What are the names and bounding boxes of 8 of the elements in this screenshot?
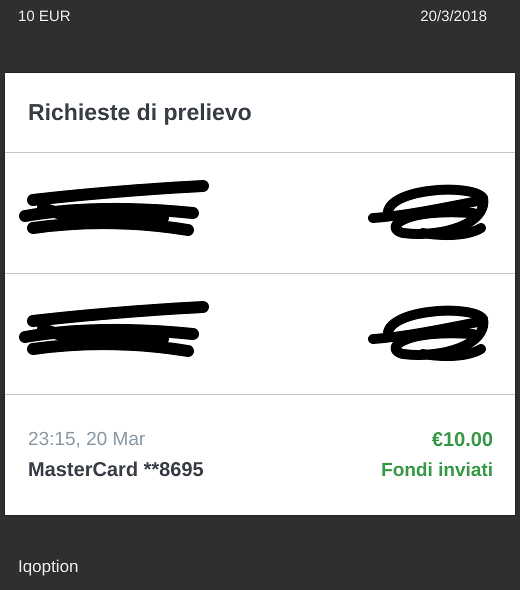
amount-caption: 10 EUR xyxy=(18,8,71,27)
transaction-amount: €10.00 xyxy=(432,428,493,452)
payment-method: MasterCard **8695 xyxy=(28,458,204,482)
date-caption: 20/3/2018 xyxy=(420,8,487,27)
transaction-status: Fondi inviati xyxy=(381,460,493,482)
card-title: Richieste di prelievo xyxy=(28,99,252,126)
transaction-time: 23:15, 20 Mar xyxy=(28,428,146,450)
broker-caption: Iqoption xyxy=(18,557,78,576)
